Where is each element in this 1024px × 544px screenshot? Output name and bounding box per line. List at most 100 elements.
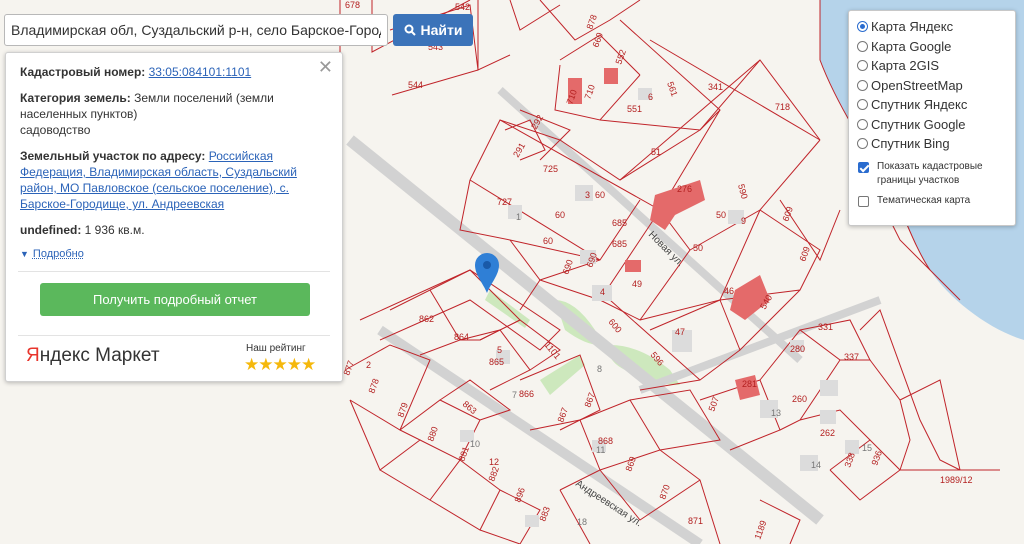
- map-layer-panel: Карта Яндекс Карта Google Карта 2GIS OpenSt…: [848, 10, 1016, 226]
- parcel-number-label: 60: [555, 210, 565, 220]
- layer-option-label: OpenStreetMap: [871, 77, 963, 93]
- radio-button[interactable]: [857, 79, 868, 91]
- parcel-number-label: 867: [582, 391, 597, 409]
- parcel-number-label: 590: [736, 183, 750, 200]
- layer-option[interactable]: Карта Google: [857, 37, 1015, 57]
- layer-option[interactable]: Спутник Google: [857, 115, 1015, 135]
- layer-option[interactable]: OpenStreetMap: [857, 76, 1015, 96]
- search-button[interactable]: Найти: [393, 14, 473, 46]
- layer-option-label: Спутник Google: [871, 116, 966, 132]
- layer-option[interactable]: Карта Яндекс: [857, 17, 1015, 37]
- parcel-number-label: 870: [657, 483, 672, 501]
- address-row: Земельный участок по адресу: Российская …: [20, 148, 328, 212]
- layer-option-label: Карта Google: [871, 38, 952, 54]
- parcel-number-label: 551: [627, 104, 642, 114]
- parcel-number-label: 47: [675, 327, 685, 337]
- parcel-number-label: 879: [395, 401, 410, 419]
- parcel-number-label: 11: [596, 445, 605, 455]
- parcel-number-label: 1989/12: [940, 475, 973, 485]
- parcel-number-label: 878: [366, 377, 381, 395]
- more-details-label: Подробно: [32, 248, 84, 260]
- layer-option[interactable]: Карта 2GIS: [857, 56, 1015, 76]
- layer-checkbox-row[interactable]: Тематическая карта: [857, 194, 1015, 208]
- parcel-number-label: 262: [820, 428, 835, 438]
- parcel-number-label: 678: [345, 0, 360, 10]
- parcel-number-label: 60: [543, 236, 553, 246]
- parcel-number-label: 280: [790, 344, 805, 354]
- usage-value: садоводство: [20, 123, 91, 137]
- cadastral-row: Кадастровый номер: 33:05:084101:1101: [20, 64, 328, 80]
- layer-checkbox-row[interactable]: Показать кадастровые границы участков: [857, 160, 1015, 188]
- parcel-number-label: 18: [577, 517, 587, 527]
- cadastral-label: Кадастровый номер:: [20, 65, 146, 79]
- parcel-number-label: 49: [632, 279, 642, 289]
- checkbox[interactable]: [858, 161, 869, 173]
- parcel-number-label: 15: [862, 443, 872, 453]
- radio-button[interactable]: [857, 40, 868, 52]
- area-label: undefined:: [20, 223, 82, 237]
- parcel-number-label: 882: [486, 465, 501, 483]
- parcel-number-label: 881: [456, 445, 471, 463]
- parcel-number-label: 6: [648, 92, 653, 102]
- search-input[interactable]: [4, 14, 388, 46]
- layer-option[interactable]: Спутник Bing: [857, 134, 1015, 154]
- area-value: 1 936 кв.м.: [84, 223, 145, 237]
- parcel-number-label: 46: [724, 286, 734, 296]
- parcel-number-label: 896: [512, 486, 527, 504]
- layer-option[interactable]: Спутник Яндекс: [857, 95, 1015, 115]
- search-icon: [404, 24, 416, 36]
- parcel-number-label: 880: [425, 425, 440, 443]
- parcel-number-label: 867: [555, 406, 570, 424]
- address-label: Земельный участок по адресу:: [20, 149, 206, 163]
- parcel-number-label: 725: [543, 164, 558, 174]
- parcel-number-label: 50: [693, 243, 703, 253]
- buildings: [460, 68, 859, 527]
- parcel-number-label: 338: [842, 451, 857, 469]
- rating-label: Наш рейтинг: [246, 343, 306, 354]
- parcel-number-label: 291: [511, 141, 527, 159]
- radio-button[interactable]: [857, 118, 868, 130]
- parcel-number-label: 9: [741, 216, 746, 226]
- parcel-number-label: 51: [651, 147, 661, 157]
- parcel-number-label: 281: [742, 379, 757, 389]
- radio-button[interactable]: [857, 99, 868, 111]
- parcel-number-label: 866: [519, 389, 534, 399]
- yandex-market-logo[interactable]: Яндекс Маркет: [26, 345, 160, 367]
- parcel-number-label: 727: [497, 197, 512, 207]
- category-row: Категория земель: Земли поселений (земли…: [20, 90, 328, 138]
- parcel-number-label: 4: [600, 287, 605, 297]
- parcel-number-label: 7: [512, 390, 517, 400]
- parcel-number-label: 600: [606, 317, 623, 335]
- more-details-toggle[interactable]: ▼ Подробно: [20, 246, 328, 262]
- category-label: Категория земель:: [20, 91, 131, 105]
- parcel-number-label: 331: [818, 322, 833, 332]
- parcel-info-panel: ✕ Кадастровый номер: 33:05:084101:1101 К…: [5, 52, 343, 382]
- search-button-label: Найти: [420, 22, 463, 38]
- parcel-number-label: 276: [677, 184, 692, 194]
- parcel-number-label: 507: [706, 395, 721, 413]
- cadastral-number-link[interactable]: 33:05:084101:1101: [149, 65, 252, 79]
- triangle-down-icon: ▼: [20, 249, 29, 259]
- parcel-number-label: 685: [612, 239, 627, 249]
- parcel-number-label: 10: [470, 439, 480, 449]
- detailed-report-button[interactable]: Получить подробный отчет: [40, 283, 310, 316]
- radio-button[interactable]: [857, 138, 868, 150]
- parcel-number-label: 3: [585, 190, 590, 200]
- layer-option-label: Карта 2GIS: [871, 58, 940, 74]
- parcel-number-label: 50: [716, 210, 726, 220]
- parcel-number-label: 341: [708, 82, 723, 92]
- radio-button[interactable]: [857, 21, 868, 33]
- parcel-number-label: 877: [341, 359, 356, 377]
- parcel-number-label: 13: [771, 408, 781, 418]
- parcel-number-label: 609: [797, 245, 812, 263]
- parcel-number-label: 1: [516, 212, 521, 222]
- parcel-number-label: 869: [623, 455, 638, 473]
- checkbox[interactable]: [858, 195, 869, 207]
- divider: [18, 335, 330, 336]
- parcel-number-label: 1189: [752, 519, 768, 541]
- layer-option-label: Спутник Bing: [871, 136, 950, 152]
- parcel-number-label: 864: [454, 332, 469, 342]
- parcel-number-label: 260: [792, 394, 807, 404]
- close-icon[interactable]: ✕: [318, 58, 333, 76]
- radio-button[interactable]: [857, 60, 868, 72]
